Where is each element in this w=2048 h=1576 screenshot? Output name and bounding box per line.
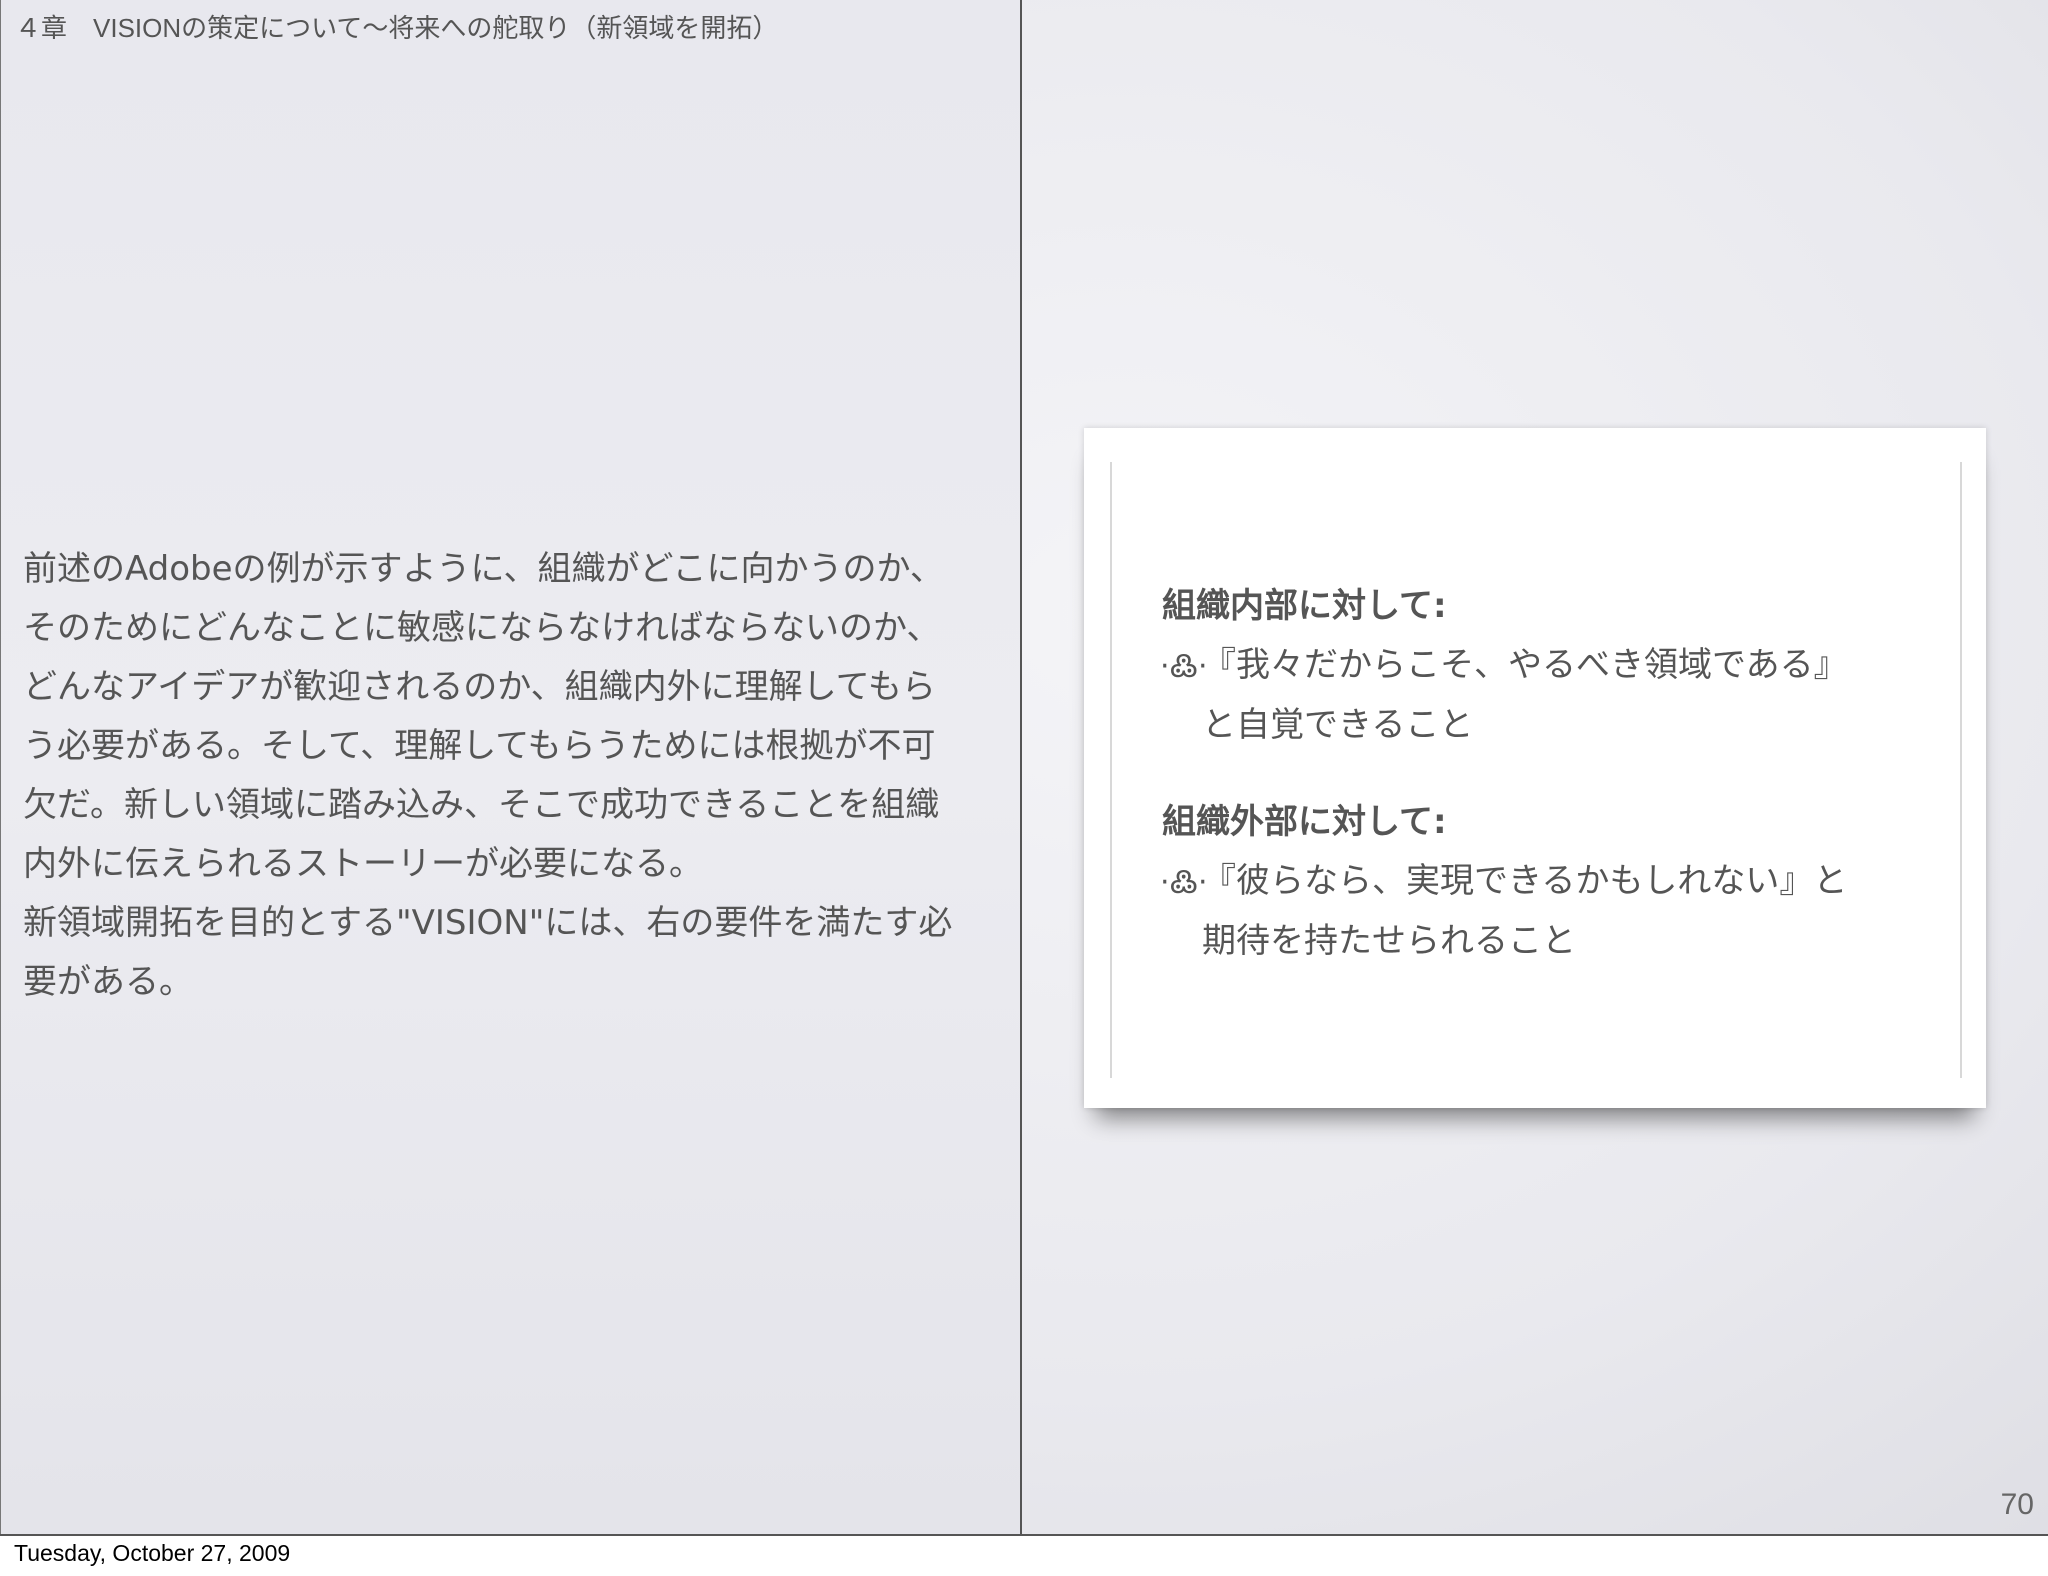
card-border-left [1110, 462, 1112, 1078]
external-section-title: 組織外部に対して: [1162, 802, 1447, 842]
external-bullet-line1: 『彼らなら、実現できるかもしれない』と [1202, 861, 1848, 901]
slide: ４章 VISIONの策定について〜将来への舵取り（新領域を開拓） 前述のAdob… [0, 0, 2048, 1536]
paragraph-line: 要がある。 [23, 962, 193, 1002]
internal-bullet: ·߷·『我々だからこそ、やるべき領域である』 と自覚できること [1160, 636, 1940, 754]
card-border-right [1960, 462, 1962, 1078]
external-bullet-line2: 期待を持たせられること [1202, 921, 1576, 961]
body-paragraph: 前述のAdobeの例が示すように、組織がどこに向かうのか、 そのためにどんなこと… [23, 540, 1003, 1012]
ornament-bullet-icon: ·߷· [1160, 865, 1208, 900]
paragraph-line: どんなアイデアが歓迎されるのか、組織内外に理解してもら [23, 667, 936, 707]
page-number: 70 [2000, 1488, 2034, 1521]
internal-section-title: 組織内部に対して: [1162, 586, 1447, 626]
paragraph-line: 新領域開拓を目的とする"VISION"には、右の要件を満たす必 [23, 903, 953, 943]
external-bullet: ·߷·『彼らなら、実現できるかもしれない』と 期待を持たせられること [1160, 852, 1940, 970]
internal-bullet-line2: と自覚できること [1202, 705, 1474, 745]
paragraph-line: 内外に伝えられるストーリーが必要になる。 [23, 844, 703, 884]
internal-bullet-line1: 『我々だからこそ、やるべき領域である』 [1202, 645, 1848, 685]
requirements-card: 組織内部に対して: ·߷·『我々だからこそ、やるべき領域である』 と自覚できるこ… [1084, 428, 1986, 1108]
chapter-header: ４章 VISIONの策定について〜将来への舵取り（新領域を開拓） [15, 13, 779, 43]
paragraph-line: う必要がある。そして、理解してもらうためには根拠が不可 [23, 726, 936, 766]
left-pane: ４章 VISIONの策定について〜将来への舵取り（新領域を開拓） 前述のAdob… [0, 0, 1022, 1534]
print-date: Tuesday, October 27, 2009 [14, 1540, 291, 1566]
paragraph-line: そのためにどんなことに敏感にならなければならないのか、 [23, 608, 941, 648]
paragraph-line: 欠だ。新しい領域に踏み込み、そこで成功できることを組織 [23, 785, 940, 825]
ornament-bullet-icon: ·߷· [1160, 649, 1208, 684]
paragraph-line: 前述のAdobeの例が示すように、組織がどこに向かうのか、 [23, 549, 944, 589]
